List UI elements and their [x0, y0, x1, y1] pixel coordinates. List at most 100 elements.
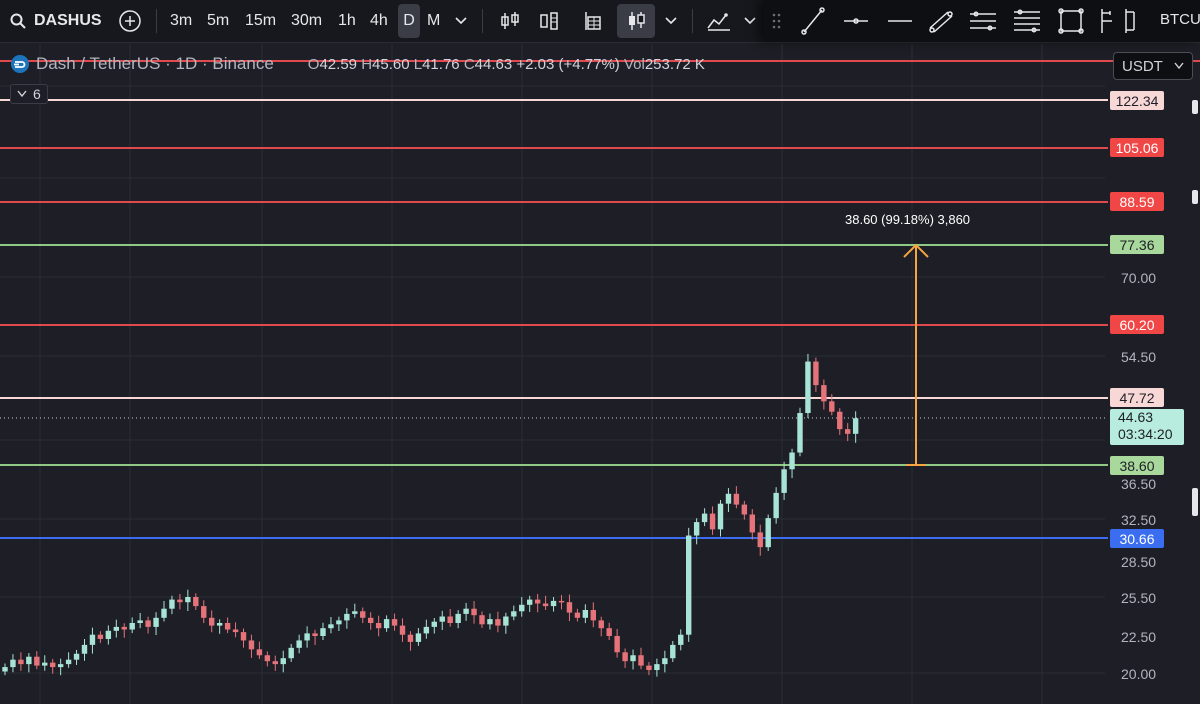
candle-body: [757, 532, 763, 548]
chevron-down-icon: [17, 90, 27, 98]
candle-body: [845, 429, 851, 434]
candle-body: [73, 653, 80, 660]
candle-countdown: 03:34:20: [1118, 426, 1173, 442]
candle-body: [654, 664, 660, 671]
candle-body: [288, 647, 294, 659]
candle-body: [781, 469, 787, 493]
candle-body: [622, 652, 628, 662]
candle-body: [717, 503, 724, 530]
candle-body: [550, 600, 557, 607]
candle-body: [519, 604, 525, 612]
candle-body: [352, 611, 358, 614]
volume-value: 253.72 K: [644, 55, 705, 73]
close-label: C: [463, 55, 475, 73]
open-value: 42.59: [319, 55, 358, 73]
candle-body: [701, 513, 708, 523]
candle-body: [407, 634, 414, 642]
candle-body: [686, 535, 692, 635]
price-level-lines: [0, 60, 1200, 539]
candle-body: [797, 413, 803, 453]
candle-body: [741, 504, 748, 515]
candle-body: [65, 659, 72, 665]
candle-body: [678, 634, 684, 645]
candle-body: [614, 636, 620, 653]
axis-tick: 32.50: [1121, 512, 1157, 528]
candle-body: [320, 628, 326, 636]
candle-body: [749, 514, 755, 533]
dash-logo-icon: [11, 55, 29, 73]
candle-body: [50, 662, 56, 668]
candle-body: [105, 630, 112, 639]
candle-body: [582, 610, 589, 618]
indicator-count: 6: [33, 86, 41, 102]
candle-body: [193, 597, 199, 607]
candle-body: [2, 667, 8, 672]
candle-body: [344, 613, 350, 621]
candle-body: [81, 644, 88, 654]
candle-body: [542, 603, 549, 607]
candle-body: [471, 608, 477, 616]
candle-body: [415, 633, 422, 642]
volume-label: Vol: [623, 55, 645, 73]
candle-body: [733, 493, 740, 505]
candle-body: [185, 597, 191, 603]
current-price-value: 44.63: [1118, 409, 1154, 425]
price-chart[interactable]: [0, 0, 1200, 704]
candle-body: [153, 617, 159, 627]
candle-body: [829, 401, 835, 412]
candle-body: [487, 619, 493, 625]
indicators-toggle[interactable]: 6: [10, 84, 48, 104]
candle-body: [264, 655, 271, 662]
axis-tick: 36.50: [1121, 476, 1157, 492]
symbol-description: Dash / TetherUS · 1D · Binance: [36, 54, 274, 73]
candle-body: [574, 612, 581, 618]
price-label-122-34: 122.34: [1110, 91, 1164, 110]
candle-body: [129, 623, 135, 630]
candle-body: [837, 411, 843, 430]
candle-body: [169, 599, 175, 609]
candle-body: [161, 608, 167, 618]
candle-body: [725, 493, 732, 504]
candle-body: [375, 623, 382, 629]
candle-body: [145, 620, 151, 627]
price-label-38-60: 38.60: [1110, 456, 1164, 475]
candle-body: [10, 659, 16, 668]
candle-body: [479, 615, 485, 625]
currency-select[interactable]: USDT: [1113, 52, 1193, 80]
candle-body: [304, 633, 310, 641]
candle-body: [813, 361, 819, 386]
candle-body: [57, 664, 64, 668]
price-label-60-20: 60.20: [1110, 315, 1164, 334]
candle-body: [773, 492, 779, 519]
candle-body: [97, 634, 104, 639]
candle-body: [280, 658, 286, 665]
candle-body: [693, 522, 700, 536]
candle-body: [368, 617, 374, 623]
candle-body: [137, 620, 143, 623]
candle-body: [201, 606, 207, 618]
currency-label: USDT: [1122, 57, 1163, 75]
candle-body: [511, 611, 517, 617]
high-value: 45.60: [372, 55, 410, 73]
candle-body: [590, 610, 596, 621]
candle-body: [121, 626, 127, 630]
candle-body: [662, 658, 668, 665]
candle-body: [423, 626, 430, 634]
candle-body: [336, 620, 342, 625]
candle-body: [606, 628, 612, 636]
candle-body: [527, 599, 533, 605]
candle-body: [852, 418, 859, 434]
high-label: H: [361, 55, 373, 73]
candle-body: [272, 661, 278, 665]
candle-body: [296, 640, 302, 648]
axis-tick: 22.50: [1121, 629, 1157, 645]
candle-body: [630, 655, 636, 662]
measure-readout: 38.60 (99.18%) 3,860: [845, 212, 971, 227]
candle-body: [383, 619, 390, 629]
candle-body: [89, 634, 96, 645]
candle-body: [503, 616, 509, 626]
candle-body: [598, 620, 604, 629]
candle-body: [248, 640, 255, 650]
axis-tick: 54.50: [1121, 349, 1157, 365]
change-value: +2.03 (+4.77%): [516, 55, 620, 73]
